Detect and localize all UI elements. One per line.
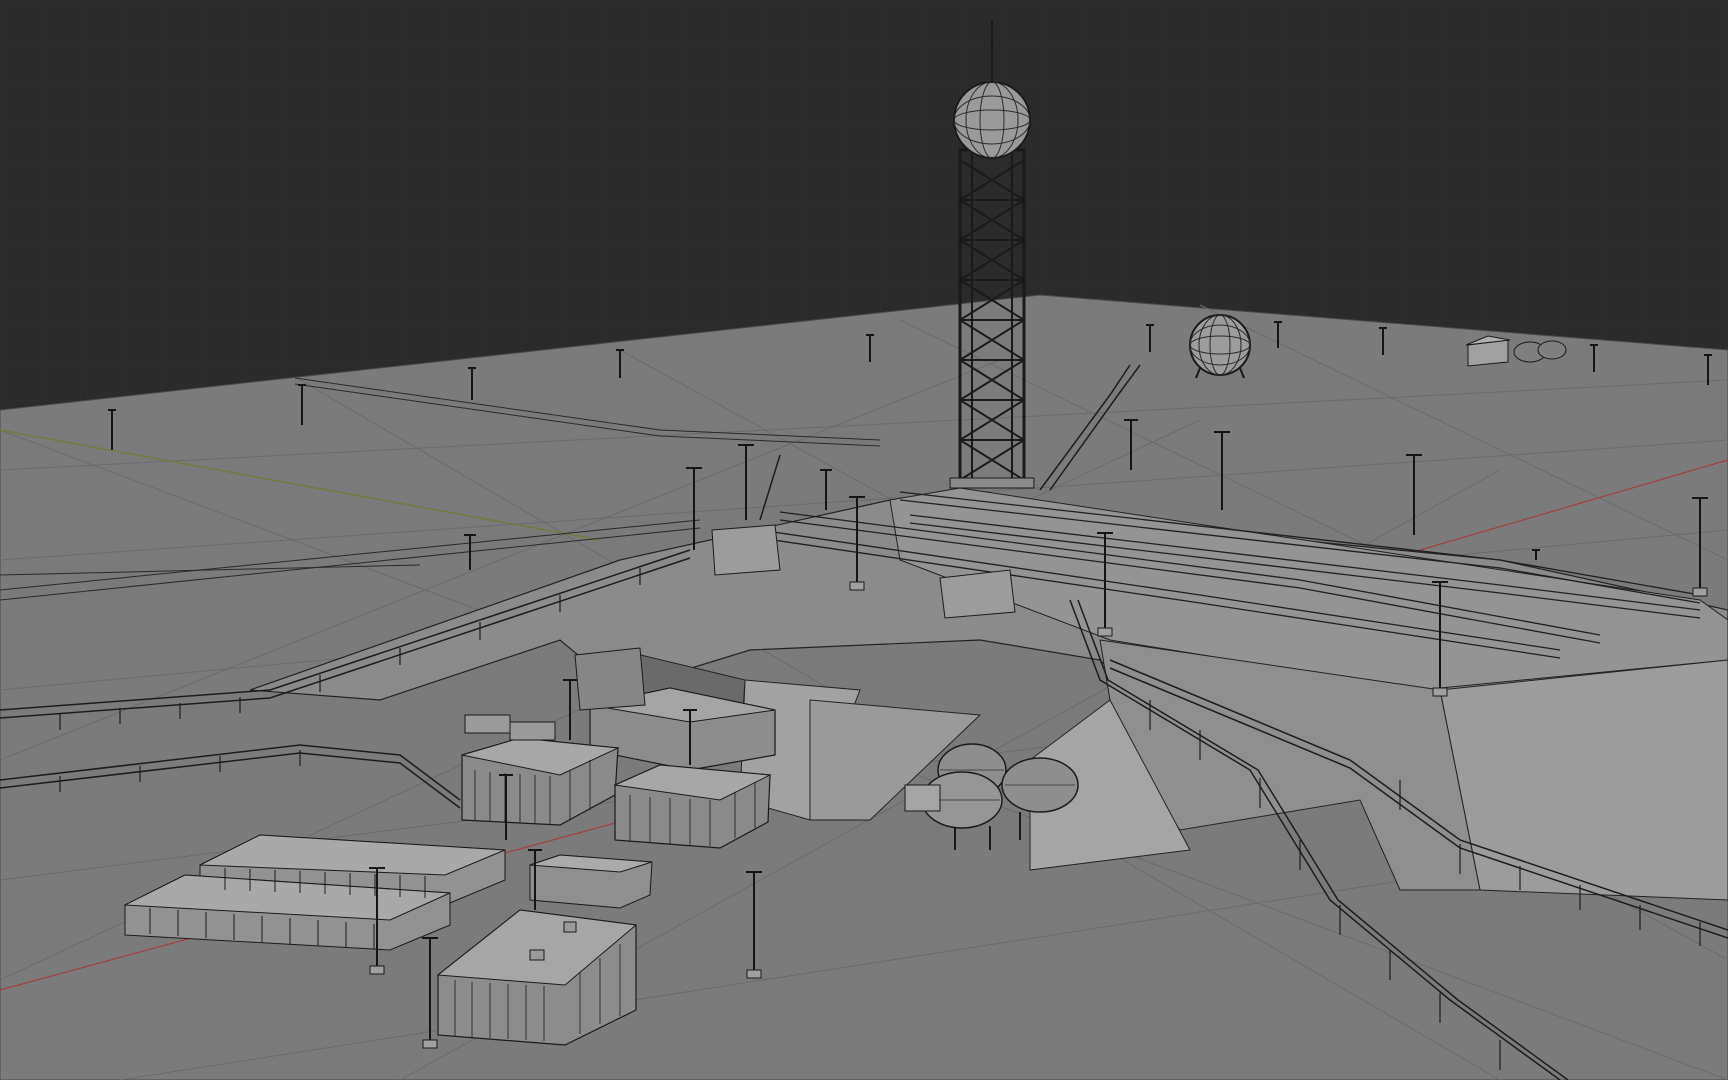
spherical-tank[interactable] [1189, 314, 1251, 379]
tower-base [949, 477, 1035, 489]
3d-viewport[interactable] [0, 0, 1728, 1080]
tower-sphere-tank[interactable] [953, 81, 1031, 159]
scene-canvas[interactable] [0, 0, 1728, 1080]
platform-right-wall [1439, 659, 1728, 901]
